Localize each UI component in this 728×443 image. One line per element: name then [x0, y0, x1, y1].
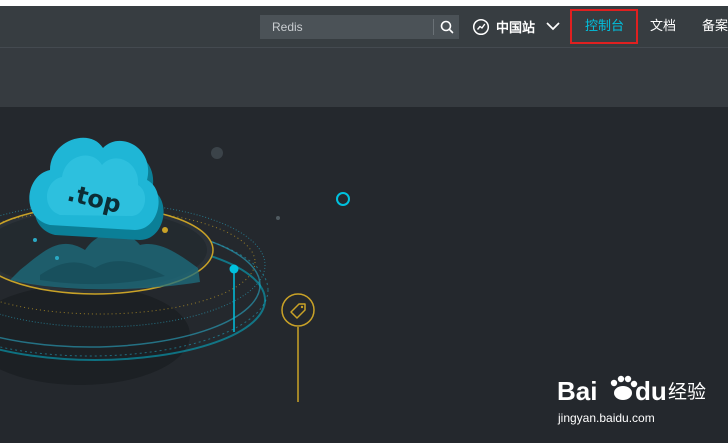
top-navbar: 中国站 控制台 文档 备案 [0, 6, 728, 48]
region-label: 中国站 [496, 21, 536, 36]
tag-badge [281, 293, 315, 327]
sub-banner-bar [0, 48, 728, 107]
decor-dot [211, 147, 223, 159]
decor-dot [162, 227, 168, 233]
nav-beian-link[interactable]: 备案 [702, 6, 728, 47]
decor-ring [336, 192, 350, 206]
globe-icon [472, 18, 490, 36]
search-divider [433, 19, 434, 35]
svg-text:du: du [635, 376, 667, 406]
search-icon [440, 20, 454, 34]
decor-dot [276, 216, 280, 220]
highlight-box [570, 9, 638, 44]
search-button[interactable] [435, 15, 459, 39]
watermark-site-url: jingyan.baidu.com [558, 411, 655, 425]
decor-dot [33, 238, 37, 242]
chevron-down-icon [546, 22, 560, 31]
search-box [260, 15, 459, 39]
cyan-pin-dot [229, 264, 239, 274]
nav-docs-link[interactable]: 文档 [650, 6, 676, 47]
svg-text:经验: 经验 [668, 381, 706, 403]
decor-dot [55, 256, 59, 260]
search-input[interactable] [260, 15, 430, 39]
svg-text:Bai: Bai [557, 376, 597, 406]
